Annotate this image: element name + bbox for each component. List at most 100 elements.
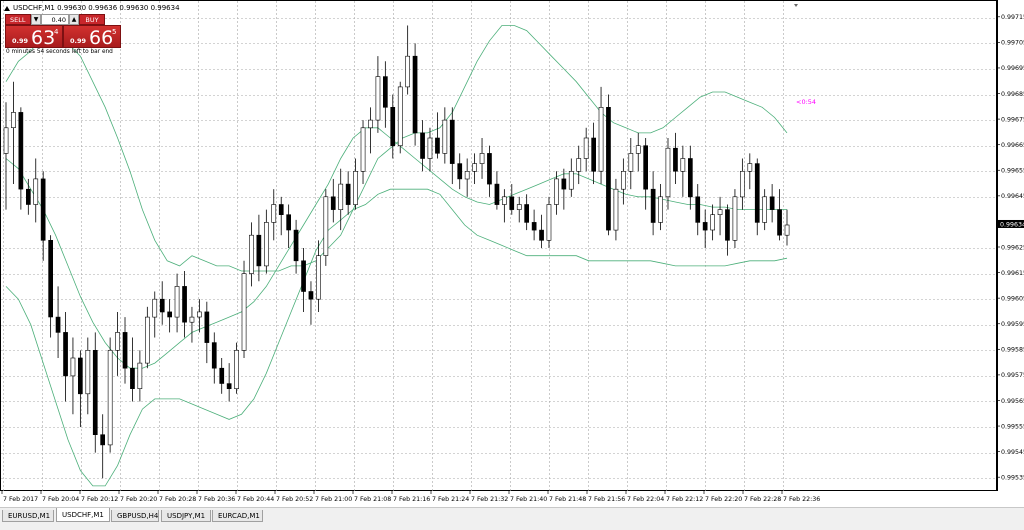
candle [762,189,767,231]
tab-usdjpy-m1[interactable]: USDJPY,M1 [161,510,211,522]
buy-price-sup: 5 [112,28,117,36]
price-tick-label: 0.99655 [1001,168,1024,175]
price-tick-label: 0.99615 [1001,270,1024,277]
candle-body [710,214,715,231]
candle-body [323,196,329,256]
tab-usdchf-m1[interactable]: USDCHF,M1 [56,508,110,522]
candles [3,25,790,479]
candle-body [784,224,790,236]
candle-body [747,163,753,172]
price-axis-svg: 0.99715 0.99705 0.99695 0.99685 0.99675 0.996… [997,0,1024,491]
sell-price-big: 63 [31,27,56,49]
chart-area[interactable]: <0:54 USDCHF,M1 0.99630 0.99636 0.99630 … [0,0,998,492]
candle [189,306,195,343]
candle [472,153,478,185]
candle [531,209,537,241]
candle [427,127,433,172]
candle-body [107,349,113,446]
time-axis[interactable]: 7 Feb 2017 7 Feb 20:04 7 Feb 20:12 7 Feb 20… [0,491,997,507]
time-tick-label: 7 Feb 20:20 [120,496,157,503]
candle [710,204,715,241]
buy-button[interactable]: BUY [79,14,105,25]
candle-body [516,204,522,210]
candle [278,196,284,236]
candle-body [620,171,626,190]
candle [784,209,790,246]
chevron-down-icon[interactable]: ▼ [31,14,41,25]
price-axis[interactable]: 0.99715 0.99705 0.99695 0.99685 0.99675 0.996… [997,0,1024,507]
candle-body [673,147,678,172]
candle-body [464,171,470,180]
candle-body [524,204,529,223]
price-chart[interactable]: <0:54 [1,1,998,492]
candle [11,81,16,185]
candle [78,350,83,428]
time-tick-label: 7 Feb 21:32 [471,496,508,503]
triangle-down-icon [794,4,798,7]
candle [561,168,567,210]
time-tick-label: 7 Feb 22:20 [705,496,742,503]
candle-body [494,183,500,205]
candle [702,209,708,248]
candle-body [613,188,619,231]
tab-eurusd-m1[interactable]: EURUSD,M1 [2,510,54,522]
sell-price-small: 0.99 [12,37,29,45]
candle [382,61,388,128]
tab-eurcad-m1[interactable]: EURCAD,M1 [212,510,263,522]
symbol-header: USDCHF,M1 0.99630 0.99636 0.99630 0.9963… [4,4,180,12]
time-tick-label: 7 Feb 22:12 [666,496,703,503]
candle-body [360,127,366,172]
candle-body [11,112,16,129]
candle-body [204,311,210,343]
bollinger-bands [5,25,788,487]
candle-body [85,349,91,395]
candle-body [442,119,448,154]
candle-body [330,196,336,210]
candle [769,184,775,223]
candle-body [650,188,656,223]
candle [576,145,582,185]
candle-body [606,107,611,231]
candle-body [316,255,321,300]
candle [353,158,358,210]
candle-body [539,229,544,241]
candle-body [40,178,46,241]
candle [85,337,91,415]
candle-body [546,204,552,241]
volume-field[interactable]: 0.40 [41,14,69,25]
candle-body [457,163,463,180]
buy-price-button[interactable]: 0.99 66 5 [63,25,121,49]
time-axis-svg: 7 Feb 2017 7 Feb 20:04 7 Feb 20:12 7 Feb 20… [1,491,820,503]
candle [174,273,180,333]
candle-body [182,286,187,323]
candle [70,337,76,415]
candle-body [92,349,98,435]
buy-price-small: 0.99 [70,37,87,45]
candle [122,317,128,384]
sell-button[interactable]: SELL [5,14,31,25]
candle [263,209,269,274]
candle-body [568,171,574,190]
sell-price-button[interactable]: 0.99 63 4 [5,25,63,49]
candle-body [167,311,173,318]
candle [405,25,411,95]
candle-body [115,332,120,351]
time-tick-label: 7 Feb 20:52 [276,496,313,503]
candle [479,138,485,179]
time-tick-label: 7 Feb 22:04 [627,496,664,503]
candle-body [33,178,39,205]
candle-body [189,316,195,323]
bar-end-countdown: 0 minutes 54 seconds left to bar end [6,49,113,55]
candle-body [122,332,128,369]
candle-body [241,273,247,351]
time-tick-label: 7 Feb 20:28 [159,496,196,503]
tab-gbpusd-h4[interactable]: GBPUSD,H4 [111,510,159,522]
candle-body [576,158,582,172]
candle-body [680,158,686,172]
chevron-up-icon[interactable]: ▲ [69,14,79,25]
time-tick-label: 7 Feb 20:04 [42,496,79,503]
candle [40,171,46,261]
triangle-up-icon [4,5,10,11]
time-tick-label: 7 Feb 21:00 [315,496,352,503]
candle-body [732,196,738,241]
